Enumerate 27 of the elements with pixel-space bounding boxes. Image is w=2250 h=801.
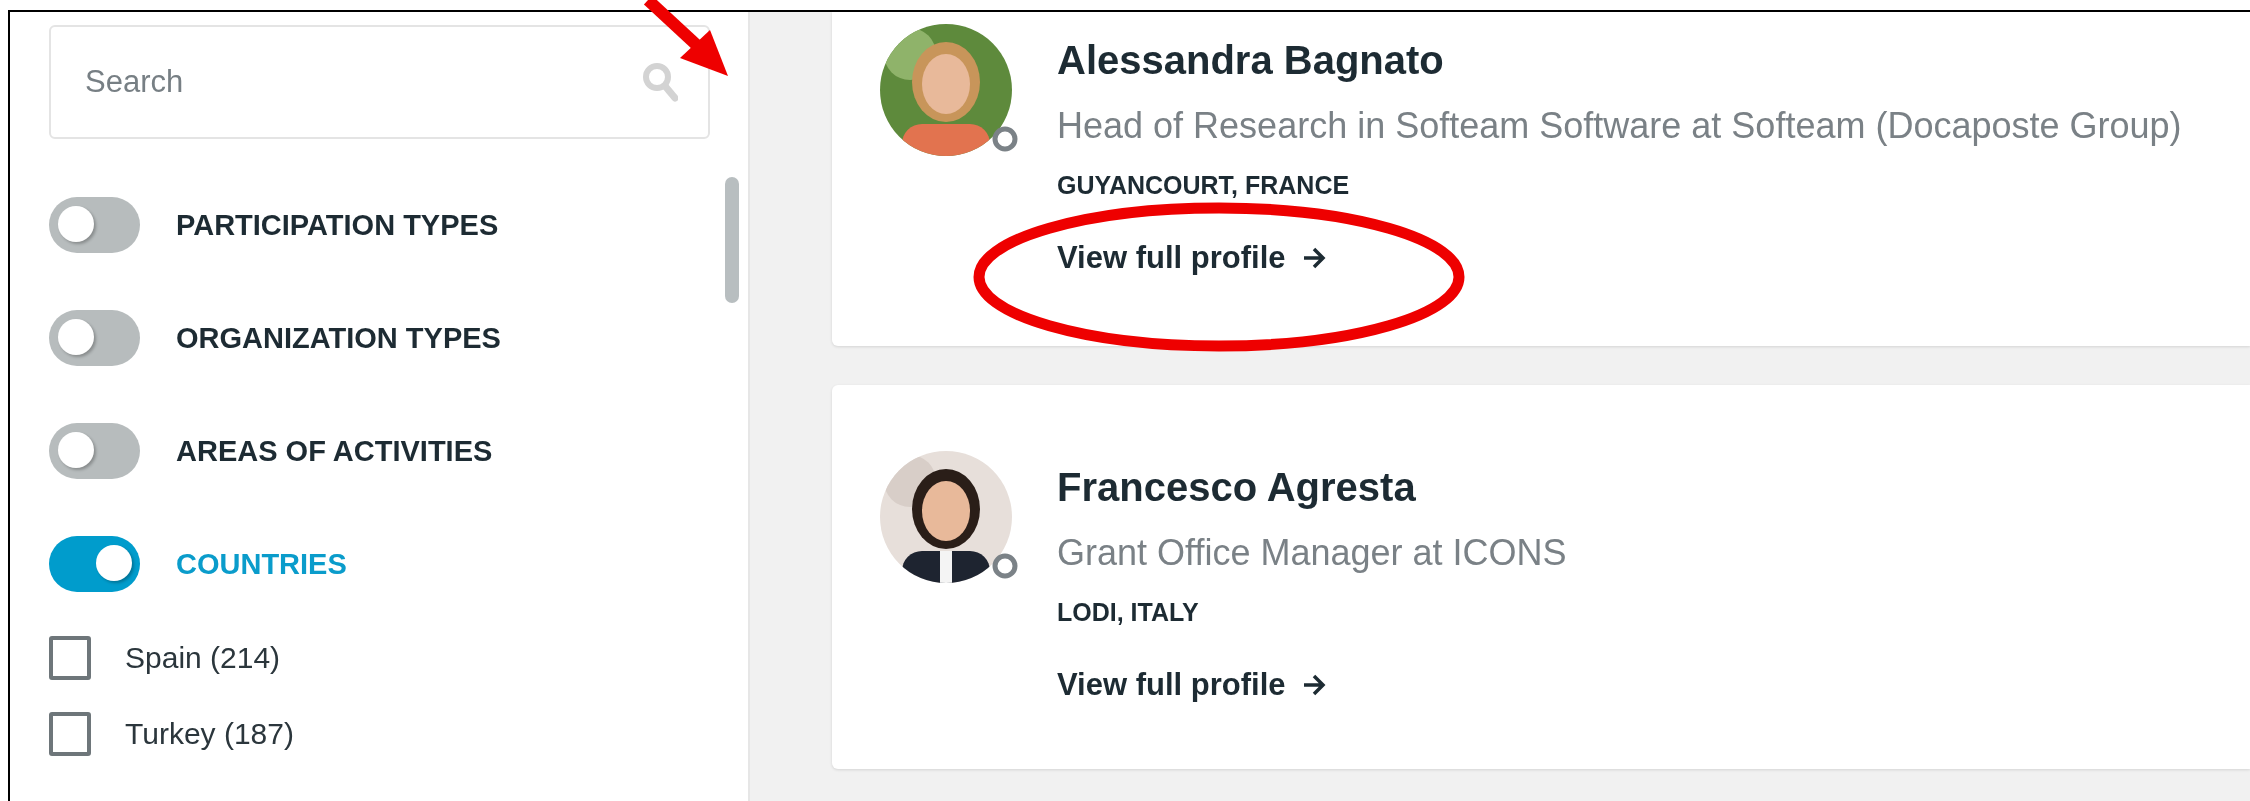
view-profile-link[interactable]: View full profile (1057, 240, 1326, 276)
search-icon (642, 62, 678, 102)
profile-title: Grant Office Manager at ICONS (1057, 532, 1567, 574)
status-ring-icon (992, 553, 1018, 579)
profile-location: LODI, ITALY (1057, 598, 1199, 627)
profile-name: Francesco Agresta (1057, 465, 1416, 510)
profile-name: Alessandra Bagnato (1057, 38, 1444, 83)
checkbox[interactable] (49, 636, 91, 680)
toggle-switch[interactable] (49, 197, 140, 253)
country-label: Turkey (187) (125, 717, 294, 751)
search-field[interactable]: Search (49, 25, 710, 139)
profile-location: GUYANCOURT, FRANCE (1057, 171, 1350, 200)
filter-label: ORGANIZATION TYPES (176, 321, 501, 355)
checkbox[interactable] (49, 712, 91, 756)
status-ring-icon (992, 126, 1018, 152)
filter-label: COUNTRIES (176, 547, 347, 581)
filter-label: AREAS OF ACTIVITIES (176, 434, 493, 468)
country-label: Spain (214) (125, 641, 281, 675)
arrow-right-icon (1301, 673, 1326, 697)
toggle-switch[interactable] (49, 536, 140, 592)
scrollbar[interactable] (725, 177, 739, 303)
profile-title: Head of Research in Softeam Software at Softeam (Docaposte Group) (1057, 105, 2182, 147)
toggle-switch[interactable] (49, 310, 140, 366)
arrow-right-icon (1301, 246, 1326, 270)
view-profile-link[interactable]: View full profile (1057, 667, 1326, 703)
toggle-switch[interactable] (49, 423, 140, 479)
filter-label: PARTICIPATION TYPES (176, 208, 499, 242)
